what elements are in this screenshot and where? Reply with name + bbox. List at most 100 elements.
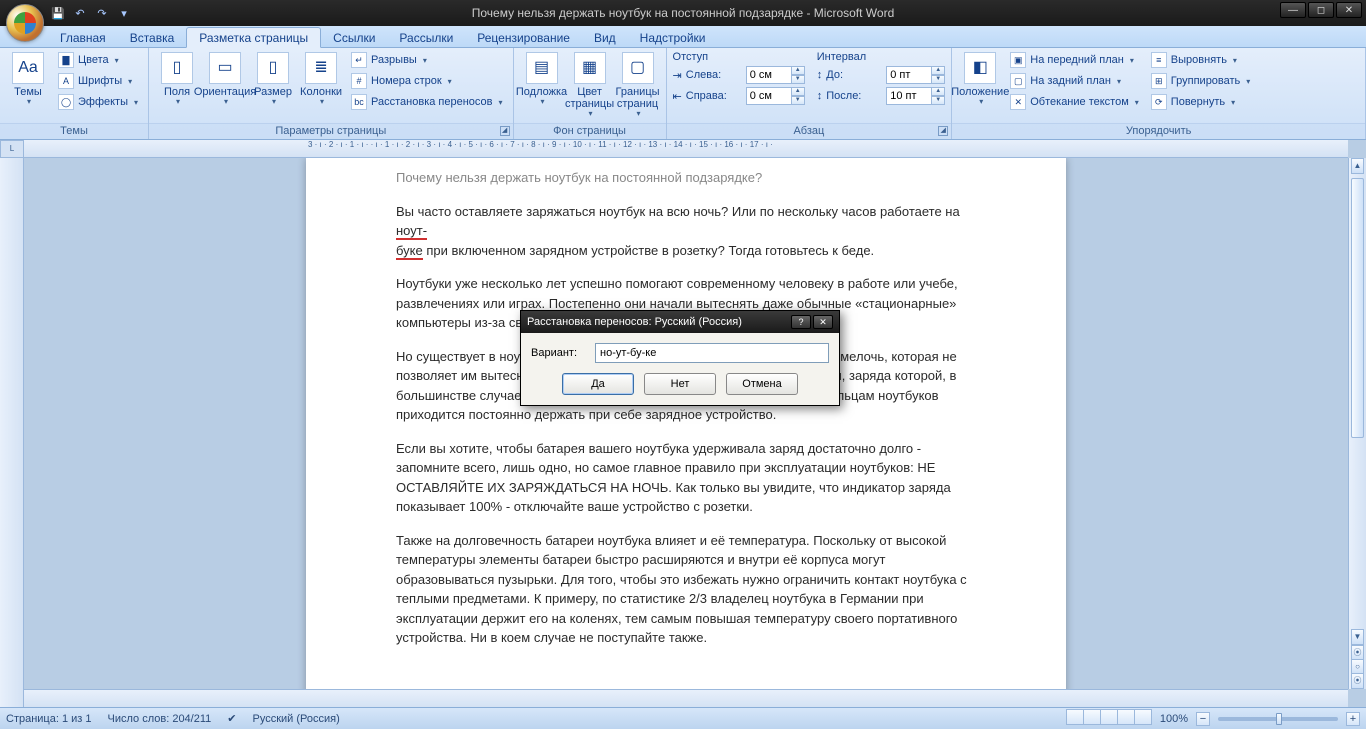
vertical-ruler[interactable] bbox=[0, 158, 24, 707]
no-button[interactable]: Нет bbox=[644, 373, 716, 395]
group-objects-button[interactable]: ⊞Группировать bbox=[1147, 71, 1255, 91]
spacing-before-icon: ↕ bbox=[817, 69, 823, 81]
group-label-arrange: Упорядочить bbox=[952, 123, 1365, 139]
undo-icon[interactable]: ↶ bbox=[72, 5, 88, 21]
zoom-level[interactable]: 100% bbox=[1160, 713, 1188, 725]
horizontal-scrollbar[interactable] bbox=[24, 689, 1348, 707]
theme-fonts-button[interactable]: AШрифты bbox=[54, 71, 142, 91]
dialog-help-icon[interactable]: ? bbox=[791, 315, 811, 329]
spacing-after-label: После: bbox=[826, 90, 882, 102]
rotate-button[interactable]: ⟳Повернуть bbox=[1147, 92, 1255, 112]
tab-review[interactable]: Рецензирование bbox=[465, 28, 582, 47]
spacing-after-icon: ↕ bbox=[817, 90, 823, 102]
indent-left-label: Слева: bbox=[686, 69, 742, 81]
theme-effects-button[interactable]: ◯Эффекты bbox=[54, 92, 142, 112]
group-paragraph: Отступ ⇥Слева:▲▼ ⇤Справа:▲▼ Интервал ↕До… bbox=[667, 48, 953, 139]
line-numbers-icon: # bbox=[351, 73, 367, 89]
hyphenation-button[interactable]: bcРасстановка переносов bbox=[347, 92, 507, 112]
themes-button[interactable]: AaТемы bbox=[6, 50, 50, 109]
page[interactable]: Почему нельзя держать ноутбук на постоян… bbox=[306, 158, 1066, 689]
colors-icon: ▇ bbox=[58, 52, 74, 68]
dialog-titlebar[interactable]: Расстановка переносов: Русский (Россия) … bbox=[521, 311, 839, 333]
cancel-button[interactable]: Отмена bbox=[726, 373, 798, 395]
next-page-icon[interactable]: ⦿ bbox=[1351, 673, 1364, 689]
align-button[interactable]: ≡Выровнять bbox=[1147, 50, 1255, 70]
indent-right-spinner[interactable]: ▲▼ bbox=[746, 87, 805, 105]
variant-input[interactable] bbox=[595, 343, 829, 363]
page-borders-button[interactable]: ▢Границы страниц bbox=[616, 50, 660, 121]
tab-page-layout[interactable]: Разметка страницы bbox=[186, 27, 321, 48]
quick-access-toolbar: 💾 ↶ ↷ ▾ bbox=[50, 5, 132, 21]
full-screen-view[interactable] bbox=[1083, 709, 1101, 725]
watermark-button[interactable]: ▤Подложка bbox=[520, 50, 564, 109]
close-button[interactable]: ✕ bbox=[1336, 2, 1362, 18]
ribbon: AaТемы ▇Цвета AШрифты ◯Эффекты Темы ▯Пол… bbox=[0, 48, 1366, 140]
columns-button[interactable]: ≣Колонки bbox=[299, 50, 343, 109]
tab-references[interactable]: Ссылки bbox=[321, 28, 387, 47]
yes-button[interactable]: Да bbox=[562, 373, 634, 395]
zoom-thumb[interactable] bbox=[1276, 713, 1282, 725]
tab-insert[interactable]: Вставка bbox=[118, 28, 187, 47]
tab-mailings[interactable]: Рассылки bbox=[387, 28, 465, 47]
scroll-thumb[interactable] bbox=[1351, 178, 1364, 438]
status-page[interactable]: Страница: 1 из 1 bbox=[6, 713, 92, 725]
print-layout-view[interactable] bbox=[1066, 709, 1084, 725]
scroll-up-icon[interactable]: ▲ bbox=[1351, 158, 1364, 174]
size-icon: ▯ bbox=[257, 52, 289, 84]
text-wrap-button[interactable]: ✕Обтекание текстом bbox=[1006, 92, 1143, 112]
titlebar: 💾 ↶ ↷ ▾ Почему нельзя держать ноутбук на… bbox=[0, 0, 1366, 26]
position-button[interactable]: ◧Положение bbox=[958, 50, 1002, 109]
horizontal-ruler[interactable]: 3 · ı · 2 · ı · 1 · ı · · ı · 1 · ı · 2 … bbox=[24, 140, 1348, 158]
page-setup-launcher[interactable]: ◢ bbox=[500, 126, 510, 136]
vertical-scrollbar[interactable]: ▲ ▼ ⦿ ○ ⦿ bbox=[1348, 158, 1366, 689]
dialog-close-icon[interactable]: ✕ bbox=[813, 315, 833, 329]
indent-left-icon: ⇥ bbox=[673, 69, 682, 82]
tab-addins[interactable]: Надстройки bbox=[628, 28, 718, 47]
tab-home[interactable]: Главная bbox=[48, 28, 118, 47]
bring-front-button[interactable]: ▣На передний план bbox=[1006, 50, 1143, 70]
redo-icon[interactable]: ↷ bbox=[94, 5, 110, 21]
document-area[interactable]: Почему нельзя держать ноутбук на постоян… bbox=[24, 158, 1348, 689]
workspace: L 3 · ı · 2 · ı · 1 · ı · · ı · 1 · ı · … bbox=[0, 140, 1366, 707]
proofing-icon[interactable]: ✔ bbox=[227, 712, 236, 725]
outline-view[interactable] bbox=[1117, 709, 1135, 725]
spacing-before-spinner[interactable]: ▲▼ bbox=[886, 66, 945, 84]
doc-paragraph: Также на долговечность батареи ноутбука … bbox=[396, 531, 976, 648]
maximize-button[interactable]: ◻ bbox=[1308, 2, 1334, 18]
web-layout-view[interactable] bbox=[1100, 709, 1118, 725]
page-color-button[interactable]: ▦Цвет страницы bbox=[568, 50, 612, 121]
breaks-button[interactable]: ↵Разрывы bbox=[347, 50, 507, 70]
margins-button[interactable]: ▯Поля bbox=[155, 50, 199, 109]
indent-left-spinner[interactable]: ▲▼ bbox=[746, 66, 805, 84]
status-language[interactable]: Русский (Россия) bbox=[253, 713, 340, 725]
watermark-icon: ▤ bbox=[526, 52, 558, 84]
paragraph-launcher[interactable]: ◢ bbox=[938, 126, 948, 136]
zoom-in-button[interactable]: + bbox=[1346, 712, 1360, 726]
status-words[interactable]: Число слов: 204/211 bbox=[108, 713, 212, 725]
orientation-button[interactable]: ▭Ориентация bbox=[203, 50, 247, 109]
window-controls: — ◻ ✕ bbox=[1280, 2, 1362, 18]
statusbar: Страница: 1 из 1 Число слов: 204/211 ✔ Р… bbox=[0, 707, 1366, 729]
draft-view[interactable] bbox=[1134, 709, 1152, 725]
qat-dropdown-icon[interactable]: ▾ bbox=[116, 5, 132, 21]
spacing-after-spinner[interactable]: ▲▼ bbox=[886, 87, 945, 105]
view-buttons bbox=[1067, 709, 1152, 728]
send-back-button[interactable]: ▢На задний план bbox=[1006, 71, 1143, 91]
columns-icon: ≣ bbox=[305, 52, 337, 84]
size-button[interactable]: ▯Размер bbox=[251, 50, 295, 109]
office-button[interactable] bbox=[6, 4, 44, 42]
margins-icon: ▯ bbox=[161, 52, 193, 84]
hyphenation-dialog: Расстановка переносов: Русский (Россия) … bbox=[520, 310, 840, 406]
zoom-slider[interactable] bbox=[1218, 717, 1338, 721]
group-label-paragraph: Абзац◢ bbox=[667, 123, 952, 139]
save-icon[interactable]: 💾 bbox=[50, 5, 66, 21]
zoom-out-button[interactable]: − bbox=[1196, 712, 1210, 726]
tab-view[interactable]: Вид bbox=[582, 28, 628, 47]
tab-selector[interactable]: L bbox=[0, 140, 24, 158]
wrap-icon: ✕ bbox=[1010, 94, 1026, 110]
line-numbers-button[interactable]: #Номера строк bbox=[347, 71, 507, 91]
scroll-down-icon[interactable]: ▼ bbox=[1351, 629, 1364, 645]
theme-colors-button[interactable]: ▇Цвета bbox=[54, 50, 142, 70]
minimize-button[interactable]: — bbox=[1280, 2, 1306, 18]
position-icon: ◧ bbox=[964, 52, 996, 84]
